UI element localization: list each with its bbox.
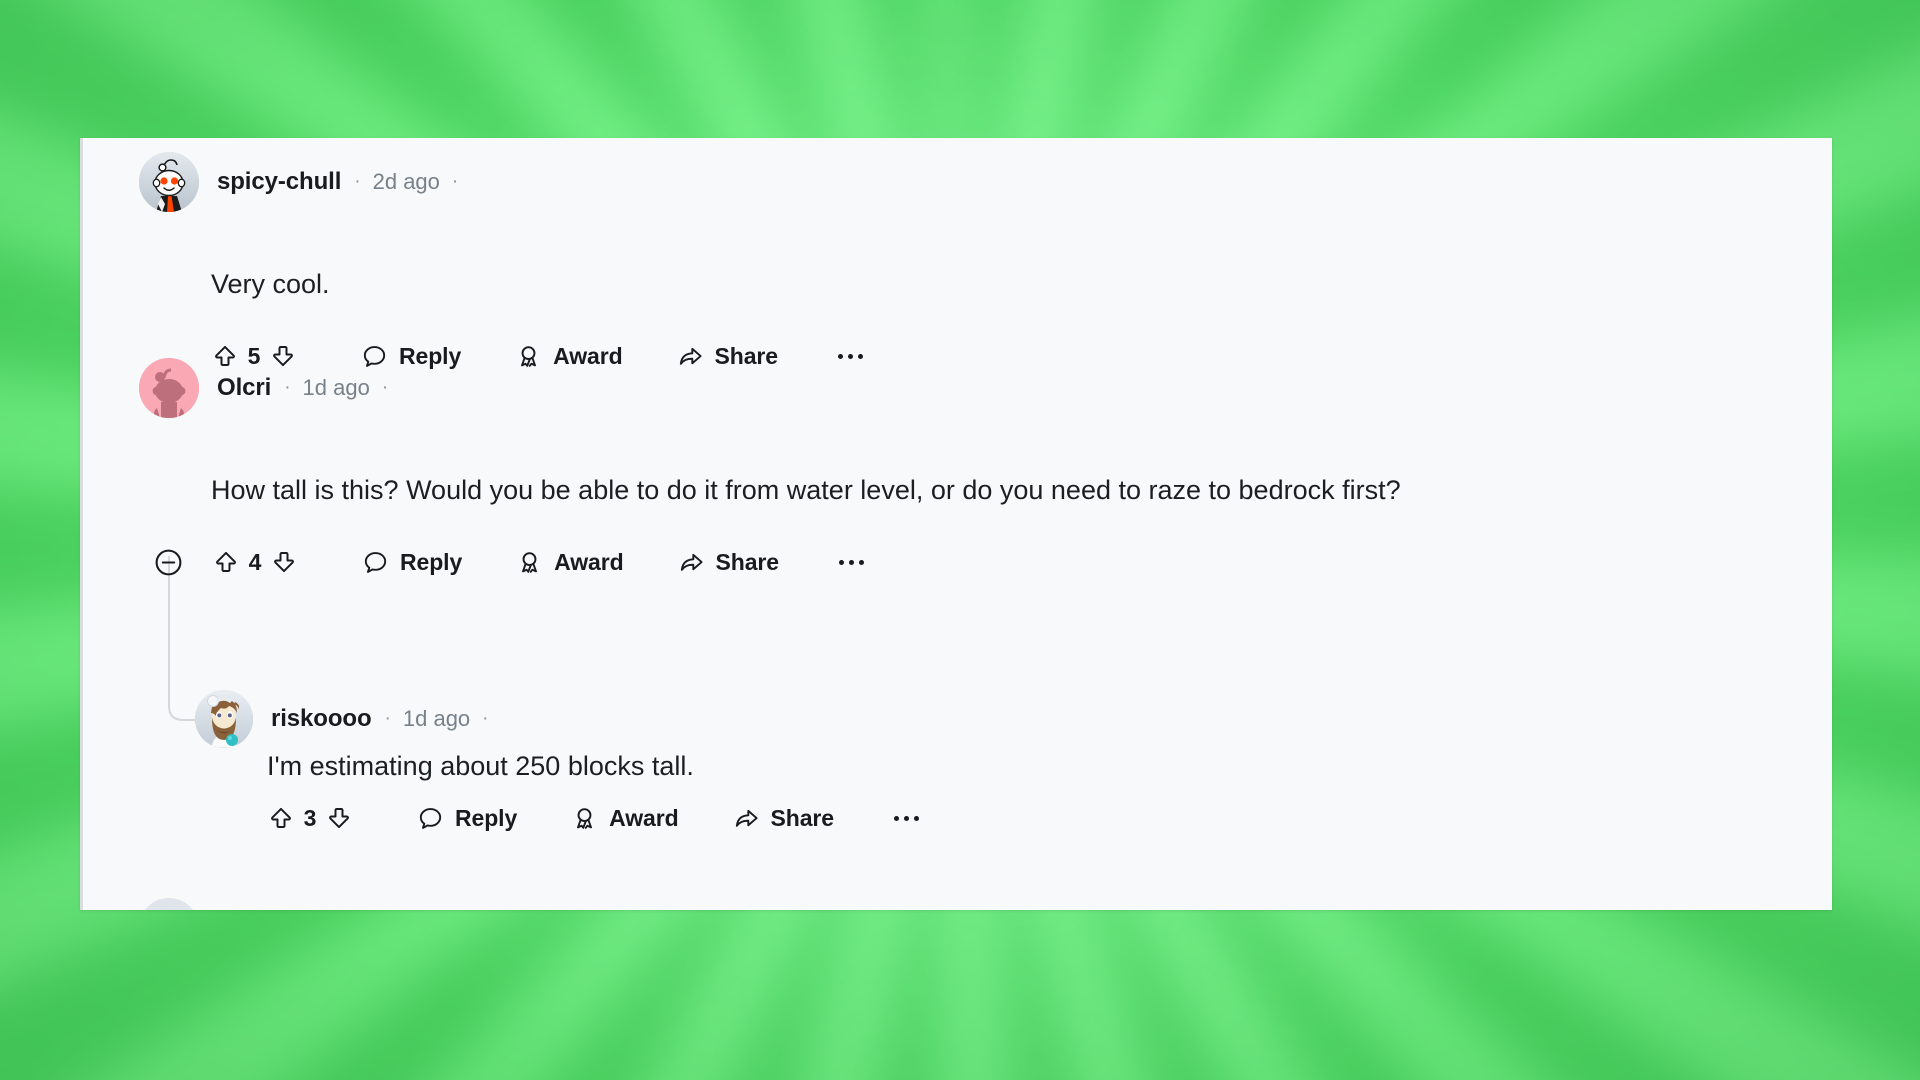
more-horizontal-icon[interactable] [890, 803, 924, 833]
upvote-arrow-icon[interactable] [212, 548, 240, 576]
share-label: Share [714, 342, 779, 369]
reply-button-riskoooo[interactable]: Reply [417, 805, 517, 832]
award-label: Award [609, 804, 679, 831]
vote-group-riskoooo: 3 [267, 804, 353, 832]
meta-separator: · [354, 171, 361, 192]
vote-count-riskoooo: 3 [303, 804, 317, 831]
more-horizontal-icon[interactable] [834, 341, 868, 371]
award-button-riskoooo[interactable]: Award [571, 804, 679, 832]
timestamp-riskoooo[interactable]: 1d ago [403, 706, 470, 732]
meta-separator-trailing: · [451, 171, 459, 192]
share-button-olcri[interactable]: Share [678, 549, 779, 576]
downvote-arrow-icon[interactable] [270, 548, 298, 576]
speech-bubble-icon [362, 549, 389, 576]
avatar-spicy-chull[interactable] [139, 152, 199, 212]
upvote-arrow-icon[interactable] [267, 804, 295, 832]
reply-button-olcri[interactable]: Reply [362, 549, 462, 576]
award-ribbon-icon [571, 805, 598, 832]
share-arrow-icon [733, 805, 760, 832]
timestamp-olcri[interactable]: 1d ago [303, 375, 370, 401]
comment-actions-riskoooo: 3 Reply Award Share [267, 796, 924, 840]
award-ribbon-icon [516, 549, 543, 576]
share-button-riskoooo[interactable]: Share [733, 805, 834, 832]
reply-label: Reply [455, 804, 518, 831]
comment-body-riskoooo: I'm estimating about 250 blocks tall. [267, 751, 694, 781]
comment-body-olcri: How tall is this? Would you be able to d… [211, 475, 1401, 505]
award-button-spicy-chull[interactable]: Award [515, 342, 623, 370]
meta-separator: · [284, 377, 291, 398]
share-arrow-icon [677, 343, 704, 370]
meta-separator-trailing: · [381, 377, 389, 398]
avatar-riskoooo[interactable] [195, 690, 253, 748]
comment-header-olcri: Olcri · 1d ago · [139, 358, 388, 418]
award-label: Award [553, 342, 623, 369]
vote-group-olcri: 4 [212, 548, 298, 576]
comment-header-spicy-chull: spicy-chull · 2d ago · [139, 152, 458, 212]
screenshot-stage: spicy-chull · 2d ago · Very cool. 5 Repl… [0, 0, 1920, 1080]
avatar-olcri[interactable] [139, 358, 199, 418]
reddit-comments-card: spicy-chull · 2d ago · Very cool. 5 Repl… [80, 138, 1832, 910]
username-olcri[interactable]: Olcri [217, 374, 271, 402]
meta-separator: · [384, 708, 391, 729]
comment-body-spicy-chull: Very cool. [211, 269, 330, 299]
award-button-olcri[interactable]: Award [516, 548, 624, 576]
reply-label: Reply [400, 548, 463, 575]
vote-count-olcri: 4 [248, 548, 262, 575]
share-label: Share [770, 804, 835, 831]
reply-label: Reply [399, 342, 462, 369]
avatar-next-comment-clipped[interactable] [139, 898, 199, 910]
username-spicy-chull[interactable]: spicy-chull [217, 168, 341, 196]
timestamp-spicy-chull[interactable]: 2d ago [373, 169, 440, 195]
speech-bubble-icon [417, 805, 444, 832]
share-button-spicy-chull[interactable]: Share [677, 343, 778, 370]
award-label: Award [554, 548, 624, 575]
comment-header-riskoooo: riskoooo · 1d ago · [195, 690, 489, 748]
share-arrow-icon [678, 549, 705, 576]
share-label: Share [715, 548, 780, 575]
meta-separator-trailing: · [482, 708, 489, 729]
downvote-arrow-icon[interactable] [325, 804, 353, 832]
collapse-minus-circle-icon[interactable] [153, 547, 184, 578]
comment-actions-olcri: 4 Reply Award Share [153, 540, 869, 584]
more-horizontal-icon[interactable] [835, 547, 869, 577]
username-riskoooo[interactable]: riskoooo [271, 705, 372, 733]
award-ribbon-icon [515, 343, 542, 370]
